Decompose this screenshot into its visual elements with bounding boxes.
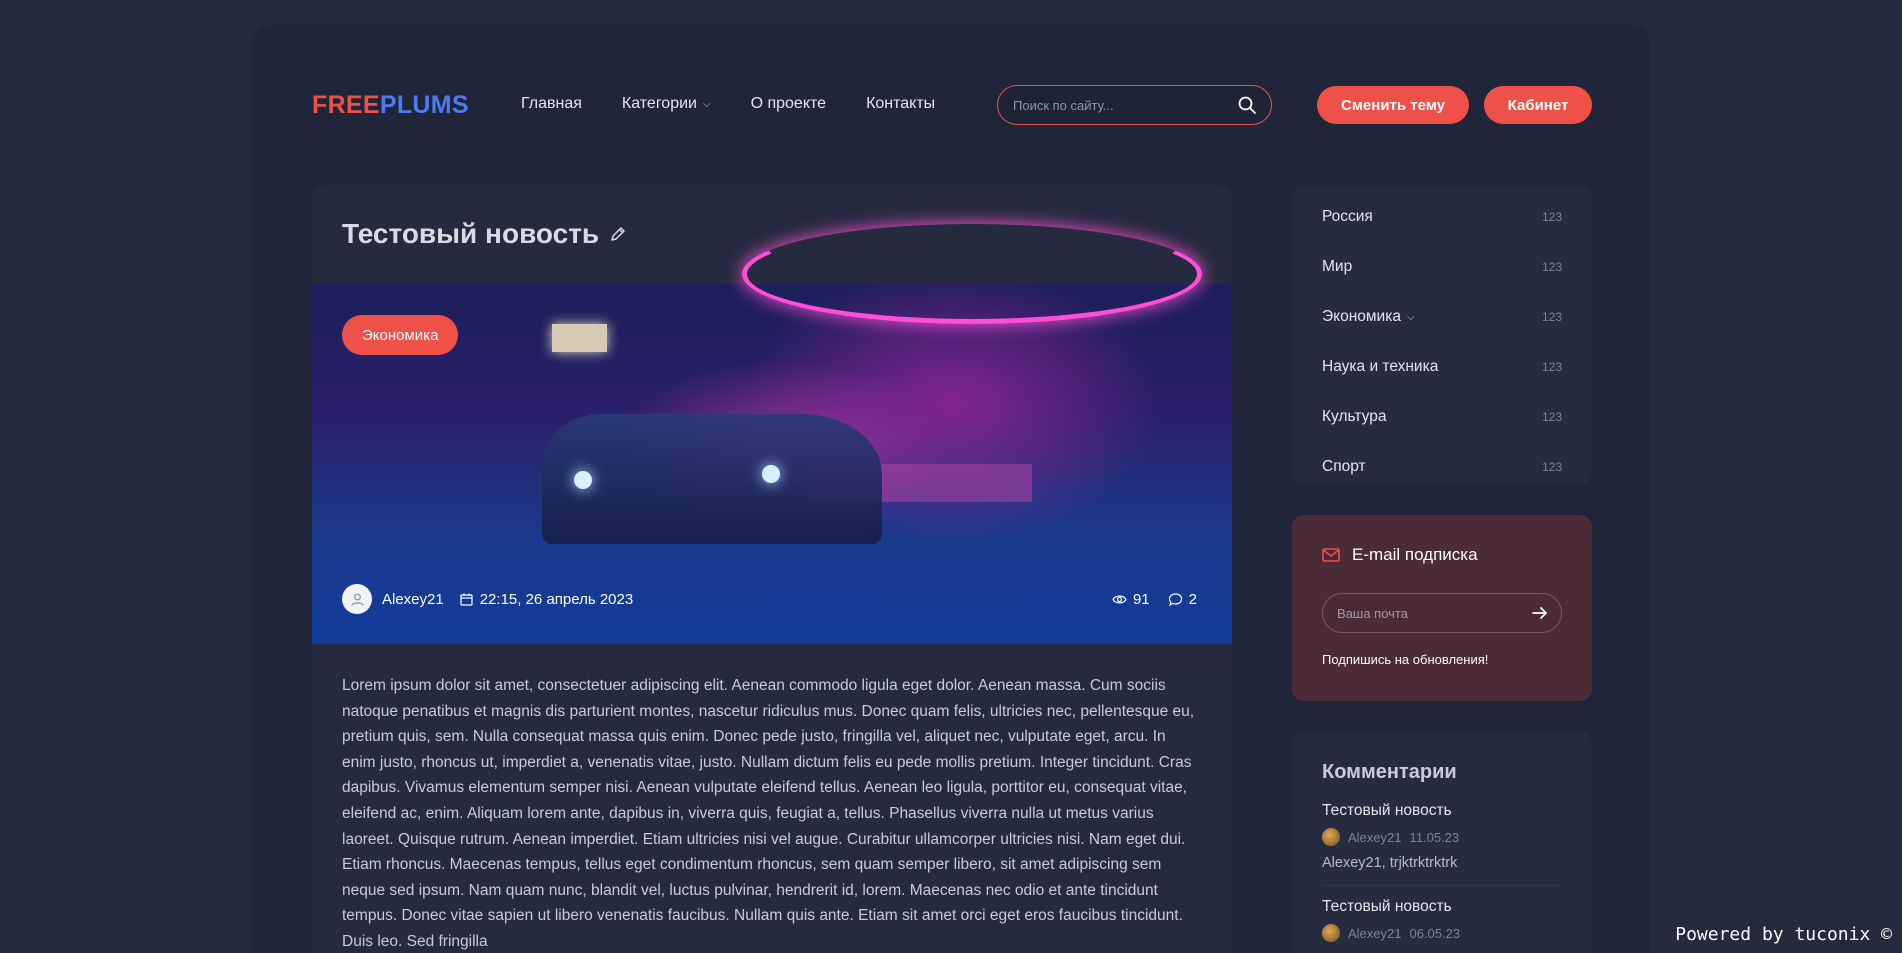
article-stats: 91 2 [1112,591,1197,608]
category-item-russia[interactable]: Россия 123 [1322,192,1562,242]
views-stat: 91 [1112,591,1150,608]
nav-categories[interactable]: Категории ⌵ [622,95,711,113]
category-item-sport[interactable]: Спорт 123 [1322,442,1562,492]
comments-title: Комментарии [1322,761,1457,783]
change-theme-button[interactable]: Сменить тему [1317,86,1469,124]
article-body: Lorem ipsum dolor sit amet, consectetuer… [342,677,1195,950]
nav-home-label: Главная [521,95,582,112]
category-count: 123 [1541,410,1562,424]
logo-part-plums: PLUMS [379,91,469,119]
category-item-science[interactable]: Наука и техника 123 [1322,342,1562,392]
category-badge[interactable]: Экономика [342,315,459,355]
comments-stat[interactable]: 2 [1168,591,1197,608]
views-count: 91 [1132,590,1150,608]
recent-comments: Комментарии Тестовый новость Alexey21 11… [1292,731,1592,953]
window-light [552,324,607,352]
subscription-title: E-mail подписка [1352,545,1478,564]
comment-post-link[interactable]: Тестовый новость [1322,802,1562,820]
article-hero-image: Экономика Alexey21 22:15, 26 апрель 2023 [312,224,1232,644]
avatar[interactable] [342,584,372,614]
comment-date: 11.05.23 [1409,829,1460,845]
article-title: Тестовый новость [342,218,600,249]
headlight-right [762,465,780,483]
chevron-down-icon: ⌵ [702,98,711,110]
article-date: 22:15, 26 апрель 2023 [479,590,634,608]
category-label: Наука и техника [1322,358,1439,375]
nav-contacts-label: Контакты [866,95,936,112]
logo-part-free: FREE [312,91,380,119]
mail-icon [1322,548,1340,562]
category-label: Спорт [1322,458,1366,475]
category-label-group: Экономика ⌵ [1322,308,1415,326]
category-count: 123 [1541,360,1562,374]
category-item-world[interactable]: Мир 123 [1322,242,1562,292]
car-silhouette [542,414,882,544]
avatar [1322,828,1340,846]
comment-date: 06.05.23 [1409,925,1461,941]
neon-ring [742,224,1202,324]
author-name[interactable]: Alexey21 [382,591,444,608]
nav-about-label: О проекте [750,95,827,112]
nav-contacts[interactable]: Контакты [866,95,935,113]
comment-meta: Alexey21 06.05.23 [1322,924,1562,942]
categories-list: Россия 123 Мир 123 Экономика ⌵ 123 Наука… [1292,185,1592,485]
chevron-down-icon: ⌵ [1406,311,1415,323]
subscription-form [1322,593,1562,633]
site-logo[interactable]: FREEPLUMS [312,91,469,120]
nav-categories-label: Категории [621,95,697,112]
pencil-icon[interactable] [609,225,627,243]
category-label: Экономика [1322,308,1401,325]
comment-icon [1168,592,1182,606]
subscription-note: Подпишись на обновления! [1322,652,1489,667]
category-count: 123 [1541,260,1562,274]
category-label: Культура [1322,408,1387,425]
category-label: Мир [1322,258,1353,275]
email-subscription: E-mail подписка Подпишись на обновления! [1292,515,1592,701]
comment-item: Тестовый новость Alexey21 11.05.23 Alexe… [1322,784,1562,886]
category-count: 123 [1541,460,1562,474]
headlight-left [574,471,592,489]
article-card: Тестовый новость Экономика Alexey21 22:1… [312,185,1232,953]
category-label: Россия [1322,208,1373,225]
article-title-row: Тестовый новость [342,218,627,250]
search-icon[interactable] [1237,95,1257,115]
category-count: 123 [1541,210,1562,224]
comment-author: Alexey21 [1348,829,1402,845]
search-bar [997,85,1272,125]
calendar-icon [460,593,473,606]
category-item-economy[interactable]: Экономика ⌵ 123 [1322,292,1562,342]
main-nav: Главная Категории ⌵ О проекте Контакты [521,95,935,113]
cabinet-button[interactable]: Кабинет [1484,86,1592,124]
article-meta: Alexey21 22:15, 26 апрель 2023 91 2 [342,584,1197,614]
category-count: 123 [1541,310,1562,324]
category-item-culture[interactable]: Культура 123 [1322,392,1562,442]
user-icon [350,593,364,606]
powered-by: Powered by tuconix © [1675,924,1892,945]
comment-author: Alexey21 [1348,925,1402,941]
comment-post-link[interactable]: Тестовый новость [1322,898,1562,916]
avatar [1322,924,1340,942]
email-field[interactable] [1337,605,1531,621]
subscription-header: E-mail подписка [1322,545,1562,565]
comments-count: 2 [1188,590,1197,608]
eye-icon [1112,595,1127,603]
date-group: 22:15, 26 апрель 2023 [459,591,633,608]
nav-about[interactable]: О проекте [751,95,826,113]
comment-item: Тестовый новость Alexey21 06.05.23 [1322,886,1562,953]
nav-home[interactable]: Главная [521,95,582,113]
comment-meta: Alexey21 11.05.23 [1322,828,1562,846]
arrow-right-icon[interactable] [1531,604,1549,622]
search-input[interactable] [1013,97,1237,113]
comment-text: Alexey21, trjktrktrktrk [1322,855,1458,871]
